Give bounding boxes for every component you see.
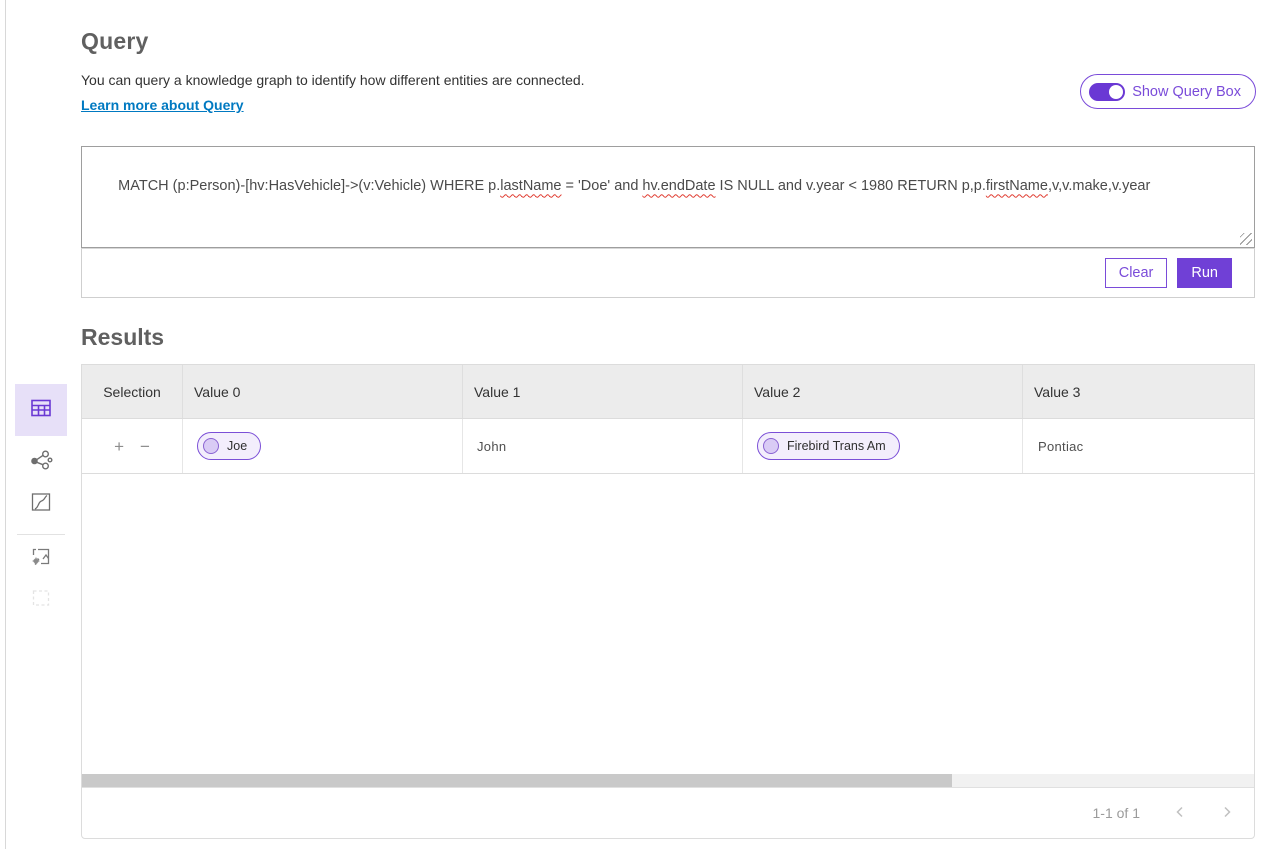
show-query-box-toggle[interactable]: Show Query Box [1080, 74, 1256, 109]
previous-page-button[interactable] [1173, 805, 1187, 822]
column-header-value1: Value 1 [463, 365, 743, 418]
results-view-sidebar [15, 384, 67, 617]
value3-cell: Pontiac [1023, 419, 1254, 473]
entity-chip-person[interactable]: Joe [197, 432, 261, 460]
results-title: Results [81, 324, 1255, 351]
query-text-segment-misspelled: hv.endDate [642, 178, 715, 194]
results-footer: 1-1 of 1 [82, 787, 1254, 838]
query-panel: MATCH (p:Person)-[hv:HasVehicle]->(v:Veh… [81, 146, 1255, 298]
column-header-value2: Value 2 [743, 365, 1023, 418]
toggle-label: Show Query Box [1132, 84, 1241, 100]
sidebar-item-add-to-map[interactable] [24, 542, 58, 576]
sidebar-item-table-view[interactable] [15, 384, 67, 436]
query-text-segment-misspelled: lastName [500, 178, 561, 194]
sidebar-item-selection-tool [24, 583, 58, 617]
add-to-selection-icon[interactable]: + [114, 438, 124, 455]
clear-button[interactable]: Clear [1105, 258, 1168, 288]
query-text-segment: = 'Doe' and [562, 178, 643, 194]
entity-chip-label: Firebird Trans Am [787, 439, 886, 453]
query-page: Query You can query a knowledge graph to… [81, 0, 1255, 839]
column-header-value0: Value 0 [183, 365, 463, 418]
add-to-map-icon [30, 546, 52, 573]
results-table-container: Selection Value 0 Value 1 Value 2 Value … [81, 364, 1255, 839]
link-chart-icon [29, 449, 53, 478]
page-title: Query [81, 28, 1255, 55]
chevron-left-icon [1173, 805, 1187, 822]
results-table-header: Selection Value 0 Value 1 Value 2 Value … [82, 365, 1254, 419]
cell-value: John [477, 439, 506, 454]
scrollbar-thumb[interactable] [82, 774, 952, 787]
next-page-button[interactable] [1220, 805, 1234, 822]
column-header-selection: Selection [82, 365, 183, 418]
horizontal-scrollbar[interactable] [82, 774, 1254, 787]
textarea-resize-handle-icon[interactable] [1240, 233, 1252, 245]
selection-cell: + − [82, 419, 183, 473]
entity-chip-vehicle[interactable]: Firebird Trans Am [757, 432, 900, 460]
toggle-switch-icon[interactable] [1089, 83, 1125, 101]
table-row: + − Joe John Firebird Trans Am Pontiac [82, 419, 1254, 474]
remove-from-selection-icon[interactable]: − [140, 438, 150, 455]
sidebar-divider [17, 534, 65, 535]
value2-cell: Firebird Trans Am [743, 419, 1023, 473]
query-input[interactable]: MATCH (p:Person)-[hv:HasVehicle]->(v:Veh… [81, 146, 1255, 248]
chevron-right-icon [1220, 805, 1234, 822]
dashed-selection-icon [30, 587, 52, 614]
value1-cell: John [463, 419, 743, 473]
entity-dot-icon [203, 438, 219, 454]
cell-value: Pontiac [1038, 439, 1083, 454]
entity-dot-icon [763, 438, 779, 454]
query-text-segment-misspelled: firstName [986, 178, 1048, 194]
sidebar-item-map-view[interactable] [24, 487, 58, 521]
query-text-segment: ,v,v.make,v.year [1048, 178, 1150, 194]
sidebar-item-link-chart-view[interactable] [24, 446, 58, 480]
page-description: You can query a knowledge graph to ident… [81, 72, 1255, 88]
query-actions-bar: Clear Run [81, 248, 1255, 298]
left-edge-divider [5, 0, 6, 849]
pagination-label: 1-1 of 1 [1093, 805, 1140, 821]
query-text-segment: IS NULL and v.year < 1980 RETURN p,p. [716, 178, 986, 194]
table-empty-area [82, 474, 1254, 774]
column-header-value3: Value 3 [1023, 365, 1254, 418]
map-icon [30, 491, 52, 518]
run-button[interactable]: Run [1177, 258, 1232, 288]
learn-more-link[interactable]: Learn more about Query [81, 97, 244, 113]
entity-chip-label: Joe [227, 439, 247, 453]
query-text-segment: MATCH (p:Person)-[hv:HasVehicle]->(v:Veh… [118, 178, 500, 194]
value0-cell: Joe [183, 419, 463, 473]
table-view-icon [30, 397, 52, 424]
